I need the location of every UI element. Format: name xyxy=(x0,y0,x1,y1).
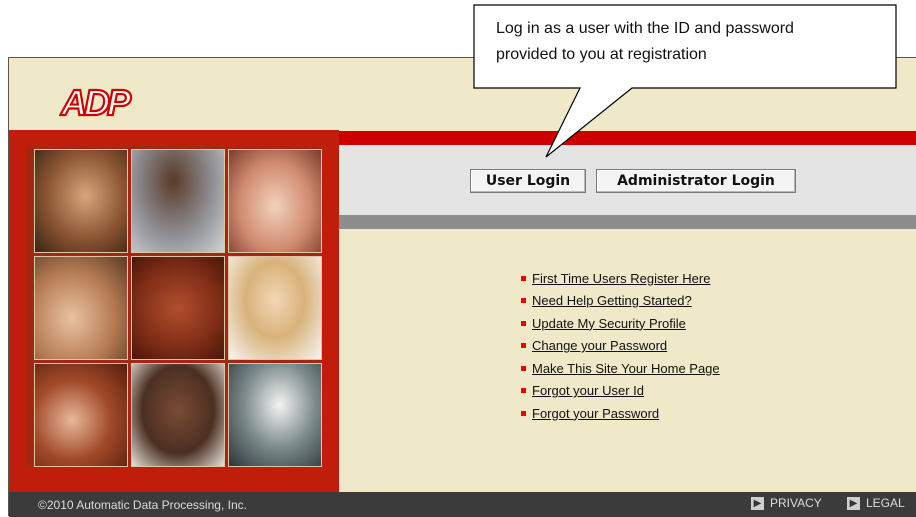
list-item: Update My Security Profile xyxy=(521,312,720,335)
photo-globe xyxy=(131,256,225,360)
administrator-login-button[interactable]: Administrator Login xyxy=(596,169,796,193)
link-help-getting-started[interactable]: Need Help Getting Started? xyxy=(532,293,692,308)
photo-woman-smiling xyxy=(228,256,322,360)
bullet-icon xyxy=(521,320,526,326)
photo-man-portrait xyxy=(34,149,128,253)
login-area: User Login Administrator Login xyxy=(339,145,916,215)
bullet-icon xyxy=(521,343,526,349)
legal-label: LEGAL xyxy=(866,496,905,510)
link-make-home-page[interactable]: Make This Site Your Home Page xyxy=(532,361,720,376)
bullet-icon xyxy=(521,410,526,416)
copyright-text: ©2010 Automatic Data Processing, Inc. xyxy=(38,498,247,512)
user-login-button[interactable]: User Login xyxy=(470,169,586,193)
photo-wedding-couple xyxy=(228,363,322,467)
header-red-bar xyxy=(339,131,916,145)
photo-couple xyxy=(228,149,322,253)
svg-text:ADP: ADP xyxy=(60,82,132,122)
photo-panel xyxy=(9,130,339,492)
list-item: Forgot your Password xyxy=(521,402,720,425)
photo-grid xyxy=(34,149,322,467)
legal-link[interactable]: ▶ LEGAL xyxy=(847,496,905,510)
arrow-right-icon: ▶ xyxy=(847,496,860,510)
list-item: Make This Site Your Home Page xyxy=(521,357,720,380)
callout-text: Log in as a user with the ID and passwor… xyxy=(496,20,794,63)
bullet-icon xyxy=(521,275,526,281)
photo-baby-parent xyxy=(34,256,128,360)
arrow-right-icon: ▶ xyxy=(751,496,764,510)
link-first-time-register[interactable]: First Time Users Register Here xyxy=(532,271,710,286)
list-item: Forgot your User Id xyxy=(521,380,720,403)
list-item: Need Help Getting Started? xyxy=(521,290,720,313)
bullet-icon xyxy=(521,388,526,394)
privacy-label: PRIVACY xyxy=(770,496,822,510)
photo-abstract-swirl xyxy=(34,363,128,467)
link-forgot-password[interactable]: Forgot your Password xyxy=(532,406,659,421)
adp-logo: ADP xyxy=(59,82,136,122)
bullet-icon xyxy=(521,298,526,304)
link-forgot-user-id[interactable]: Forgot your User Id xyxy=(532,383,644,398)
privacy-link[interactable]: ▶ PRIVACY xyxy=(751,496,822,510)
bullet-icon xyxy=(521,365,526,371)
list-item: Change your Password xyxy=(521,335,720,358)
list-item: First Time Users Register Here xyxy=(521,267,720,290)
link-update-security-profile[interactable]: Update My Security Profile xyxy=(532,316,686,331)
page-frame: ADP User Login Administrator Login First… xyxy=(8,57,916,517)
gray-divider-bar xyxy=(339,215,916,229)
help-links-list: First Time Users Register Here Need Help… xyxy=(521,267,720,425)
photo-woman-laptop xyxy=(131,149,225,253)
footer: ©2010 Automatic Data Processing, Inc. ▶ P… xyxy=(9,492,916,517)
photo-older-man xyxy=(131,363,225,467)
link-change-password[interactable]: Change your Password xyxy=(532,338,667,353)
